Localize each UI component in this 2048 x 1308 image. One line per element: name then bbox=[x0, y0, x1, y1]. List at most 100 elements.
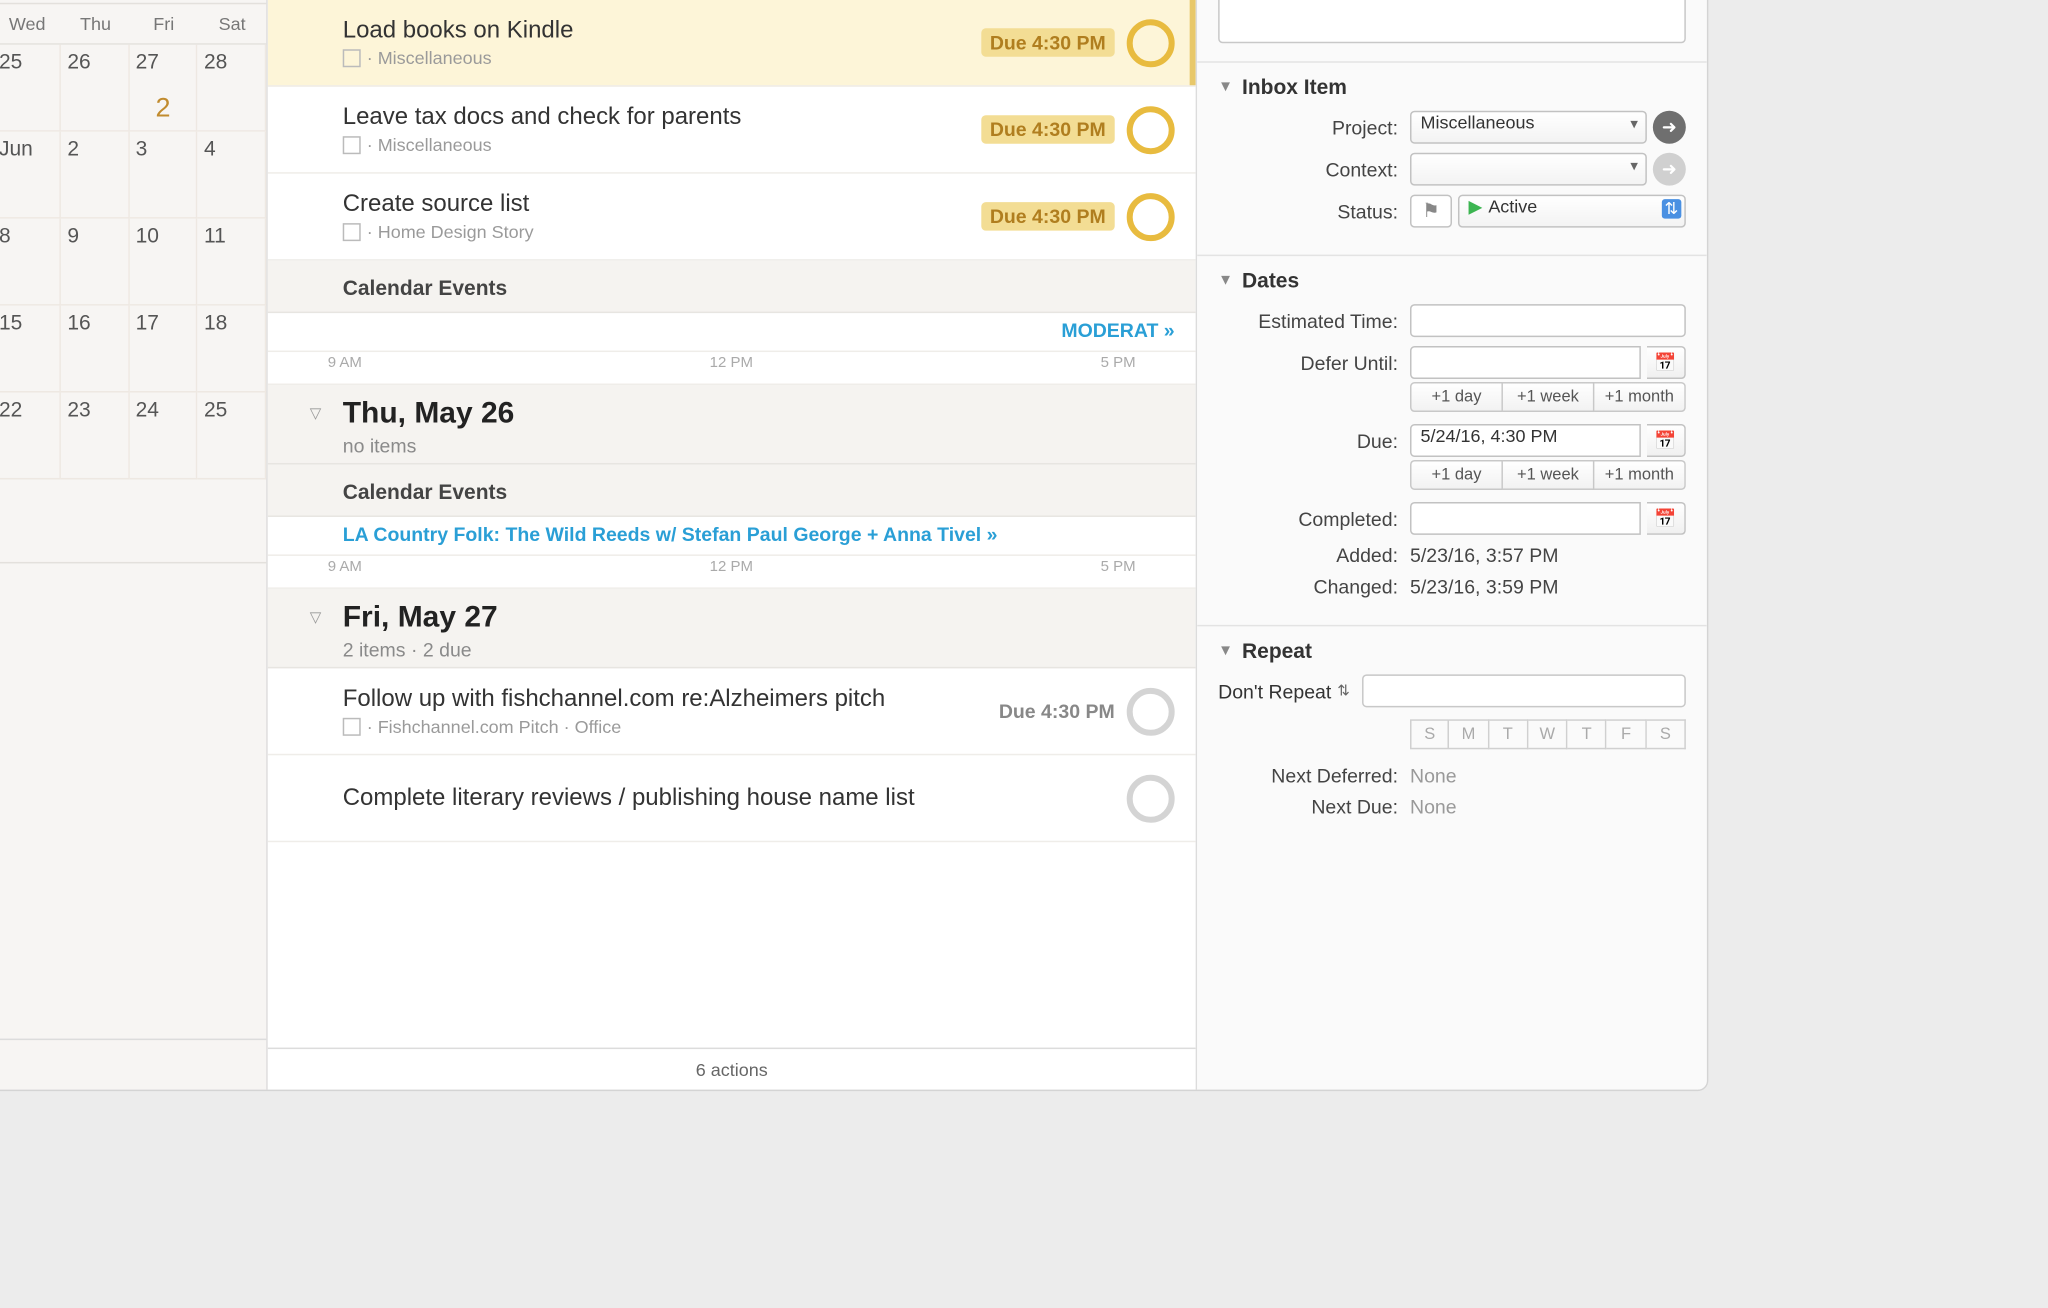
cal-dow: Thu bbox=[61, 13, 129, 34]
repeat-input[interactable] bbox=[1362, 674, 1686, 707]
status-select[interactable]: ▶Active bbox=[1458, 195, 1686, 228]
changed-value: 5/23/16, 3:59 PM bbox=[1410, 575, 1558, 597]
defer-label: Defer Until: bbox=[1218, 351, 1398, 373]
calendar-icon[interactable]: 📅 bbox=[1647, 346, 1686, 379]
task-row[interactable]: Leave tax docs and check for parents · M… bbox=[268, 87, 1196, 174]
complete-checkbox[interactable] bbox=[1127, 192, 1175, 240]
completed-label: Completed: bbox=[1218, 507, 1398, 529]
calendar-cell[interactable]: 25 bbox=[198, 393, 266, 480]
completed-input[interactable] bbox=[1410, 502, 1641, 535]
complete-checkbox[interactable] bbox=[1127, 105, 1175, 153]
complete-checkbox[interactable] bbox=[1127, 687, 1175, 735]
calendar-cell[interactable]: 3 bbox=[130, 132, 198, 219]
task-row[interactable]: Load books on Kindle · MiscellaneousDue … bbox=[268, 0, 1196, 87]
next-due-value: None bbox=[1410, 796, 1457, 818]
task-panel: ▽Tomorrow — Tue, May 243 items · 3 due s… bbox=[268, 0, 1197, 1090]
calendar-cell[interactable]: 9 bbox=[61, 219, 129, 306]
task-row[interactable]: Complete literary reviews / publishing h… bbox=[268, 755, 1196, 842]
section-header[interactable]: ▽Fri, May 272 items · 2 due bbox=[268, 589, 1196, 668]
title-input[interactable]: Load books on Kindle bbox=[1218, 0, 1686, 43]
due-plus-week[interactable]: +1 week bbox=[1503, 460, 1594, 490]
repeat-day-toggle[interactable]: T bbox=[1568, 719, 1607, 749]
defer-plus-week[interactable]: +1 week bbox=[1503, 382, 1594, 412]
inspector-inbox-group: ▼Inbox Item Project: Miscellaneous ➜ Con… bbox=[1197, 63, 1707, 256]
repeat-day-toggle[interactable]: W bbox=[1528, 719, 1567, 749]
due-input[interactable]: 5/24/16, 4:30 PM bbox=[1410, 424, 1641, 457]
cal-dow: Wed bbox=[0, 13, 61, 34]
inspector-dates-head[interactable]: ▼Dates bbox=[1218, 268, 1686, 292]
timeline: LA Country Folk: The Wild Reeds w/ Stefa… bbox=[268, 517, 1196, 556]
calendar-grid: 22Today2432526272282930131Jun23456789101… bbox=[0, 45, 266, 480]
calendar-cell[interactable]: 15 bbox=[0, 306, 61, 393]
complete-checkbox[interactable] bbox=[1127, 19, 1175, 67]
repeat-day-toggle[interactable]: S bbox=[1410, 719, 1449, 749]
repeat-mode-select[interactable]: Don't Repeat ⇅ bbox=[1218, 674, 1350, 707]
estimated-input[interactable] bbox=[1410, 304, 1686, 337]
section-subtitle: no items bbox=[343, 435, 1175, 457]
calendar-event[interactable]: MODERAT » bbox=[1061, 319, 1174, 341]
calendar-cell[interactable]: 272 bbox=[130, 45, 198, 132]
repeat-day-toggle[interactable]: T bbox=[1489, 719, 1528, 749]
complete-checkbox[interactable] bbox=[1127, 774, 1175, 822]
calendar-cell[interactable]: Jun bbox=[0, 132, 61, 219]
app-window: ✓ Forecast Sidebar ＋ New Action 🧹 Clean … bbox=[0, 0, 1707, 1090]
calendar-cell[interactable]: 18 bbox=[198, 306, 266, 393]
disclosure-icon: ▼ bbox=[1218, 78, 1233, 94]
calendar-cell[interactable]: 23 bbox=[61, 393, 129, 480]
task-row[interactable]: Create source list · Home Design StoryDu… bbox=[268, 174, 1196, 261]
calendar-events-header: Calendar Events bbox=[268, 464, 1196, 516]
added-value: 5/23/16, 3:57 PM bbox=[1410, 544, 1558, 566]
calendar-cell[interactable]: 22 bbox=[0, 393, 61, 480]
project-icon bbox=[343, 717, 361, 735]
repeat-day-toggle[interactable]: M bbox=[1450, 719, 1489, 749]
task-meta: · Miscellaneous bbox=[343, 47, 981, 68]
future-row[interactable]: 0 Future bbox=[0, 479, 266, 563]
next-deferred-value: None bbox=[1410, 764, 1457, 786]
task-title: Create source list bbox=[343, 191, 981, 218]
next-due-label: Next Due: bbox=[1218, 796, 1398, 818]
due-plus-month[interactable]: +1 month bbox=[1594, 460, 1685, 490]
flag-toggle[interactable]: ⚑ bbox=[1410, 195, 1452, 228]
context-select[interactable] bbox=[1410, 153, 1647, 186]
due-plus-day[interactable]: +1 day bbox=[1410, 460, 1503, 490]
task-meta: · Miscellaneous bbox=[343, 134, 981, 155]
calendar-cell[interactable]: 16 bbox=[61, 306, 129, 393]
calendar-cell[interactable]: 28 bbox=[198, 45, 266, 132]
defer-input[interactable] bbox=[1410, 346, 1641, 379]
inspector-repeat-head[interactable]: ▼Repeat bbox=[1218, 638, 1686, 662]
project-go-button[interactable]: ➜ bbox=[1653, 111, 1686, 144]
calendar-cell[interactable]: 24 bbox=[130, 393, 198, 480]
cal-dow: Sat bbox=[198, 13, 266, 34]
project-label: Project: bbox=[1218, 116, 1398, 138]
timeline: MODERAT » bbox=[268, 313, 1196, 352]
calendar-cell[interactable]: 17 bbox=[130, 306, 198, 393]
calendar-cell[interactable]: 8 bbox=[0, 219, 61, 306]
task-row[interactable]: Follow up with fishchannel.com re:Alzhei… bbox=[268, 668, 1196, 755]
calendar-panel: 0 Past SunMonTueWedThuFriSat 22Today2432… bbox=[0, 0, 268, 1090]
task-title: Complete literary reviews / publishing h… bbox=[343, 785, 1127, 812]
calendar-cell[interactable]: 11 bbox=[198, 219, 266, 306]
calendar-event[interactable]: LA Country Folk: The Wild Reeds w/ Stefa… bbox=[343, 523, 1175, 545]
timescale: 9 AM12 PM5 PM bbox=[268, 556, 1196, 589]
calendar-cell[interactable]: 10 bbox=[130, 219, 198, 306]
repeat-day-toggle[interactable]: F bbox=[1607, 719, 1646, 749]
calendar-cell[interactable]: 4 bbox=[198, 132, 266, 219]
inspector-dates-group: ▼Dates Estimated Time: Defer Until: 📅 +1… bbox=[1197, 256, 1707, 626]
due-badge: Due 4:30 PM bbox=[999, 700, 1115, 722]
inspector-panel: ▼Title Load books on Kindle ▼Inbox Item … bbox=[1197, 0, 1707, 1090]
task-meta: · Home Design Story bbox=[343, 221, 981, 242]
calendar-cell[interactable]: 25 bbox=[0, 45, 61, 132]
calendar-cell[interactable]: 2 bbox=[61, 132, 129, 219]
calendar-cell[interactable]: 26 bbox=[61, 45, 129, 132]
calendar-icon[interactable]: 📅 bbox=[1647, 424, 1686, 457]
inspector-inbox-head[interactable]: ▼Inbox Item bbox=[1218, 75, 1686, 99]
defer-plus-day[interactable]: +1 day bbox=[1410, 382, 1503, 412]
context-go-button[interactable]: ➜ bbox=[1653, 153, 1686, 186]
project-icon bbox=[343, 49, 361, 67]
calendar-icon[interactable]: 📅 bbox=[1647, 502, 1686, 535]
changed-label: Changed: bbox=[1218, 575, 1398, 597]
project-select[interactable]: Miscellaneous bbox=[1410, 111, 1647, 144]
defer-plus-month[interactable]: +1 month bbox=[1594, 382, 1685, 412]
section-header[interactable]: ▽Thu, May 26no items bbox=[268, 385, 1196, 464]
repeat-day-toggle[interactable]: S bbox=[1646, 719, 1685, 749]
